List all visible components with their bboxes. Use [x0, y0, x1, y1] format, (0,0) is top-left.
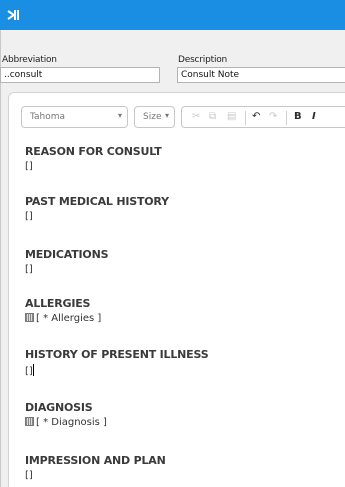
section-field[interactable]: [ * Diagnosis ] — [25, 417, 107, 428]
section-heading: MEDICATIONS — [25, 248, 109, 261]
section-heading: DIAGNOSIS — [25, 401, 93, 414]
copy-icon[interactable]: ⧉ — [209, 111, 216, 122]
field-object-icon — [25, 313, 34, 322]
section-impression-and-plan: IMPRESSION AND PLAN [] — [25, 454, 166, 481]
placeholder-text: [] — [25, 366, 33, 377]
title-bar[interactable] — [0, 0, 345, 30]
section-past-medical-history: PAST MEDICAL HISTORY [] — [25, 195, 169, 222]
toolbar-divider — [245, 111, 246, 125]
chevron-down-icon: ▾ — [164, 111, 169, 120]
section-placeholder[interactable]: [] — [25, 264, 108, 275]
section-history-of-present-illness: HISTORY OF PRESENT ILLNESS [] — [25, 348, 209, 377]
font-family-value: Tahoma — [30, 112, 66, 122]
italic-button[interactable]: I — [312, 111, 316, 122]
font-size-select[interactable]: Size ▾ — [134, 106, 175, 128]
font-size-placeholder: Size — [143, 112, 162, 122]
font-family-select[interactable]: Tahoma ▾ — [21, 106, 128, 128]
paste-icon[interactable]: ▤ — [227, 111, 236, 122]
section-placeholder[interactable]: [] — [25, 161, 162, 172]
section-diagnosis: DIAGNOSIS [ * Diagnosis ] — [25, 401, 107, 428]
allergies-field-text: [ * Allergies ] — [36, 313, 102, 324]
formatting-button-group: ✂ ⧉ ▤ ↶ ↷ B I — [181, 106, 345, 128]
bold-button[interactable]: B — [294, 111, 302, 122]
diagnosis-field-text: [ * Diagnosis ] — [36, 417, 107, 428]
cut-icon[interactable]: ✂ — [192, 111, 200, 122]
description-field[interactable]: Consult Note — [177, 67, 345, 83]
redo-icon[interactable]: ↷ — [269, 111, 277, 122]
undo-icon[interactable]: ↶ — [252, 111, 260, 122]
abbreviation-label: Abbreviation — [2, 55, 57, 65]
field-object-icon — [25, 417, 34, 426]
text-cursor — [32, 364, 34, 376]
abbreviation-field[interactable]: ..consult — [0, 67, 160, 83]
chevron-down-icon: ▾ — [117, 111, 122, 120]
section-medications: MEDICATIONS [] — [25, 248, 108, 275]
section-heading: ALLERGIES — [25, 297, 91, 310]
section-field[interactable]: [ * Allergies ] — [25, 313, 101, 324]
section-placeholder[interactable]: [] — [25, 211, 169, 222]
section-reason-for-consult: REASON FOR CONSULT [] — [25, 145, 162, 172]
section-allergies: ALLERGIES [ * Allergies ] — [25, 297, 101, 324]
app-logo-icon — [6, 7, 22, 23]
toolbar-divider — [286, 111, 287, 125]
section-heading: REASON FOR CONSULT — [25, 145, 162, 158]
description-label: Description — [178, 55, 228, 65]
rich-text-editor[interactable]: Tahoma ▾ Size ▾ ✂ ⧉ ▤ ↶ ↷ B I REASON FOR — [8, 92, 345, 487]
note-template-window: Abbreviation ..consult Description Consu… — [0, 0, 345, 487]
section-heading: HISTORY OF PRESENT ILLNESS — [25, 348, 209, 361]
section-heading: PAST MEDICAL HISTORY — [25, 195, 169, 208]
section-heading: IMPRESSION AND PLAN — [25, 454, 166, 467]
section-placeholder[interactable]: [] — [25, 470, 166, 481]
section-placeholder[interactable]: [] — [25, 364, 208, 377]
